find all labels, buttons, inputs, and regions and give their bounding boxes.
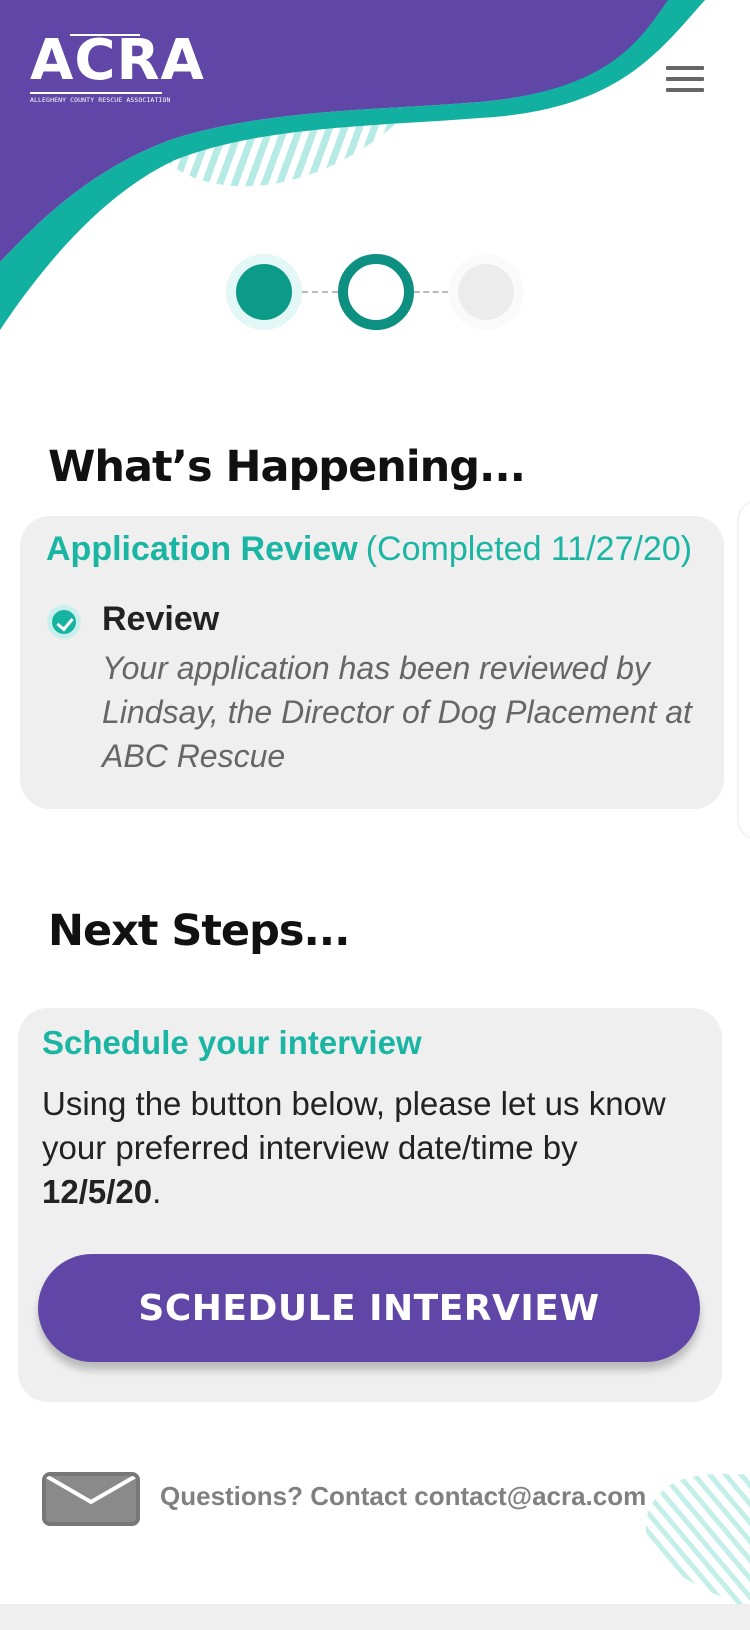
hamburger-menu-icon[interactable] — [666, 66, 704, 96]
deadline-date: 12/5/20 — [42, 1173, 153, 1210]
description-end: . — [152, 1173, 162, 1210]
logo-title: ACRA — [30, 28, 205, 93]
card-title-label: Application Review — [46, 530, 358, 568]
application-review-card: Application Review (Completed 11/27/20) R… — [20, 516, 724, 809]
step-2-current — [338, 254, 414, 330]
logo-subtitle: ALLEGHENY COUNTY RESCUE ASSOCIATION — [30, 92, 170, 105]
acra-logo[interactable]: ACRA ALLEGHENY COUNTY RESCUE ASSOCIATION — [30, 28, 205, 105]
description-text: Using the button below, please let us kn… — [42, 1085, 666, 1166]
decorative-stripes — [645, 1473, 750, 1610]
review-item-label: Review — [102, 600, 220, 638]
contact-email-link[interactable]: contact@acra.com — [414, 1481, 646, 1511]
completion-status: (Completed 11/27/20) — [365, 530, 693, 568]
stepper-connector — [302, 291, 338, 293]
footer-bar — [0, 1604, 750, 1630]
next-card-peek[interactable] — [737, 500, 750, 840]
logo-rule — [70, 34, 140, 36]
schedule-interview-button[interactable]: SCHEDULE INTERVIEW — [38, 1254, 700, 1362]
progress-stepper — [0, 250, 750, 340]
schedule-interview-description: Using the button below, please let us kn… — [42, 1082, 706, 1214]
contact-prefix: Questions? Contact — [160, 1481, 415, 1511]
step-3-upcoming — [448, 254, 524, 330]
next-steps-heading: Next Steps... — [48, 906, 350, 956]
stepper-connector — [414, 291, 448, 293]
application-review-title: Application Review (Completed 11/27/20) — [46, 530, 692, 569]
schedule-interview-card: Schedule your interview Using the button… — [18, 1008, 722, 1402]
schedule-interview-title: Schedule your interview — [42, 1024, 422, 1061]
whats-happening-heading: What’s Happening... — [48, 442, 526, 492]
contact-info: Questions? Contact contact@acra.com — [160, 1481, 646, 1512]
review-item-description: Your application has been reviewed by Li… — [102, 650, 692, 774]
envelope-icon — [42, 1472, 140, 1526]
step-1-completed — [226, 254, 302, 330]
check-circle-icon — [47, 605, 81, 639]
